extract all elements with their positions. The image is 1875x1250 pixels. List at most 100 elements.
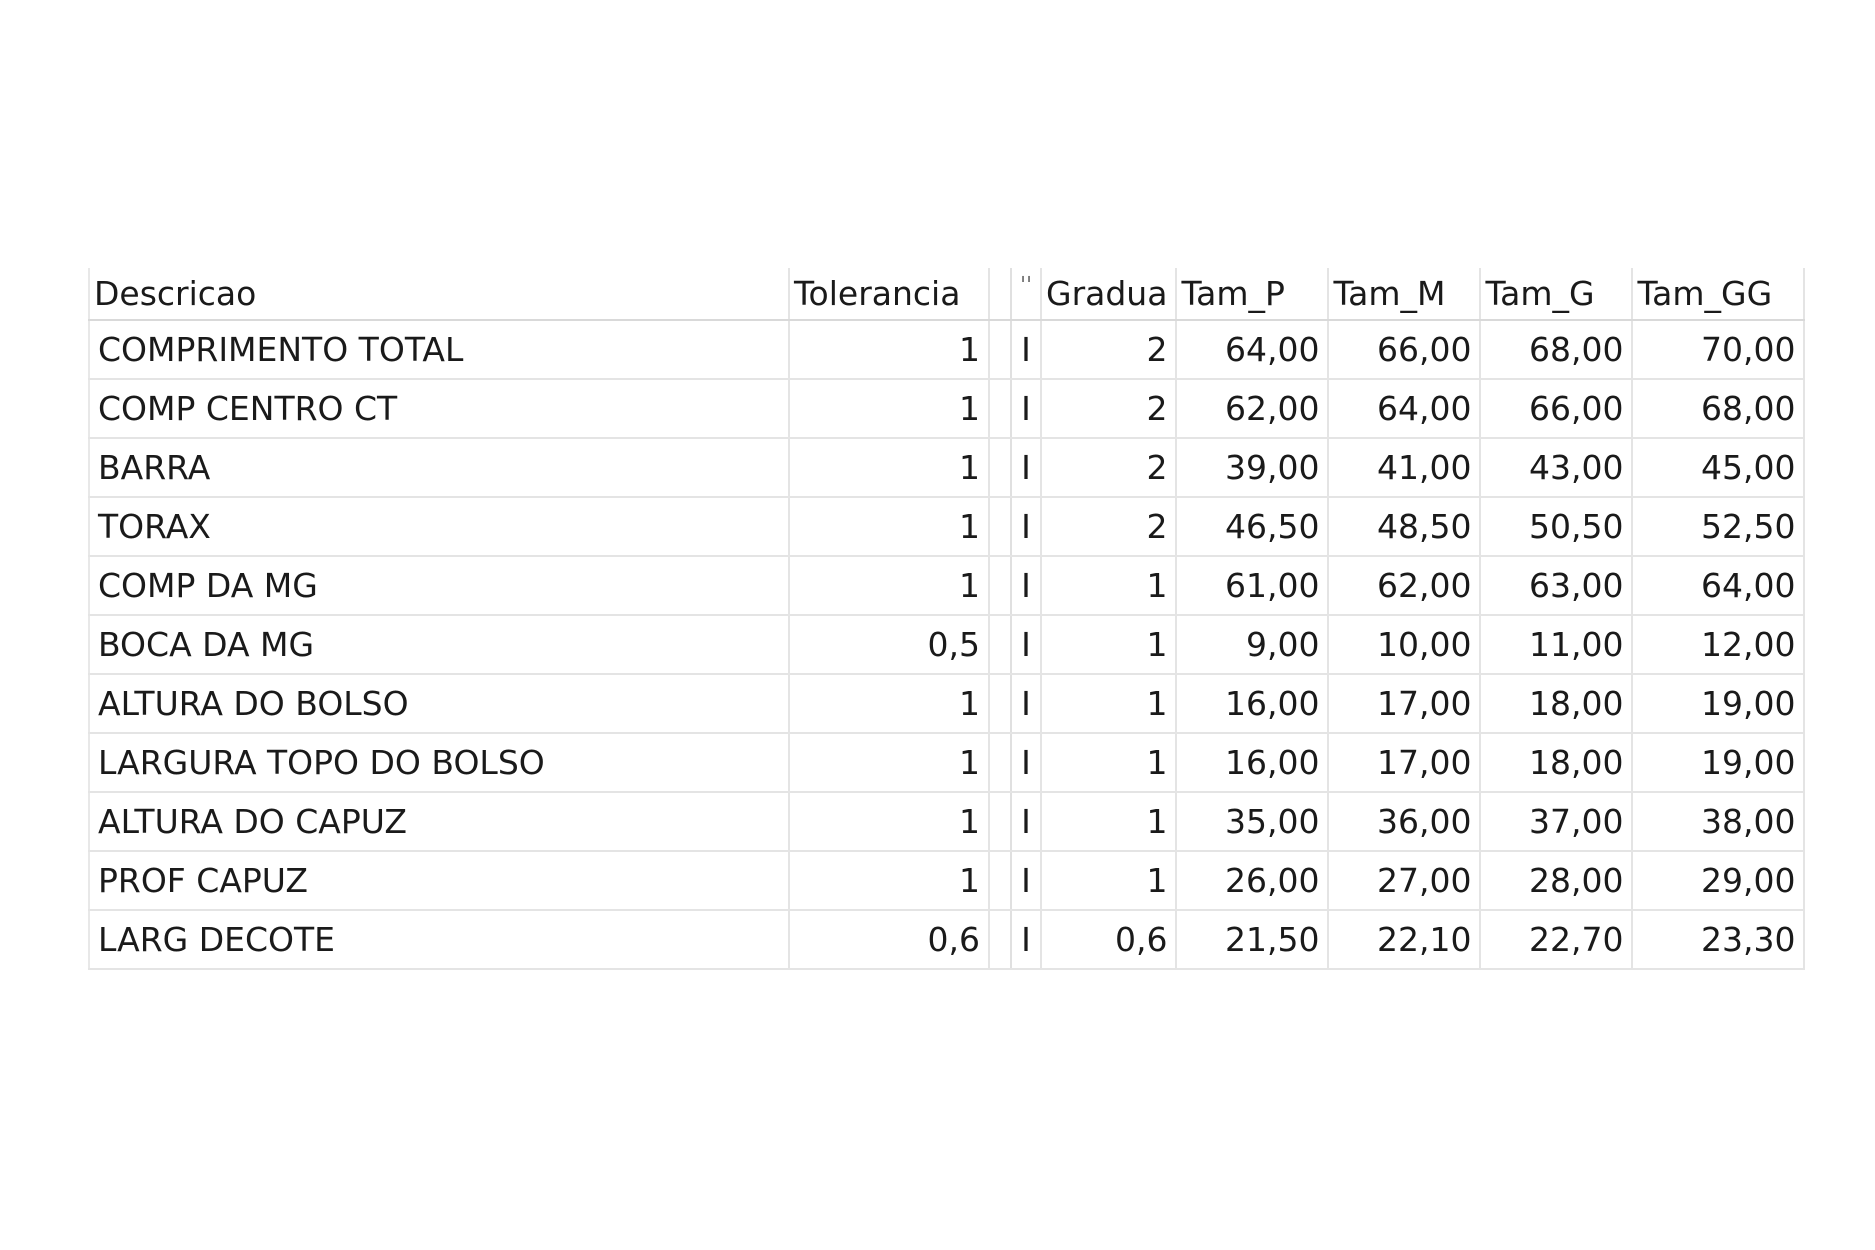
cell-flag[interactable]: I xyxy=(1011,615,1042,675)
table-row[interactable]: ALTURA DO BOLSO 1 I 1 16,00 17,00 18,00 19,00 xyxy=(88,674,1806,734)
cell-graduacao[interactable]: 2 xyxy=(1041,320,1178,380)
cell-tam-m[interactable]: 17,00 xyxy=(1328,733,1482,793)
cell-tam-m[interactable]: 41,00 xyxy=(1328,438,1482,498)
cell-tam-gg[interactable]: 23,30 xyxy=(1632,910,1806,970)
cell-descricao[interactable]: BARRA xyxy=(88,438,790,498)
cell-tolerancia[interactable]: 0,6 xyxy=(789,910,990,970)
cell-descricao[interactable]: BOCA DA MG xyxy=(88,615,790,675)
cell-tam-g[interactable]: 63,00 xyxy=(1480,556,1634,616)
cell-flag[interactable]: I xyxy=(1011,792,1042,852)
cell-tolerancia[interactable]: 1 xyxy=(789,674,990,734)
cell-graduacao[interactable]: 1 xyxy=(1041,556,1178,616)
cell-tam-p[interactable]: 9,00 xyxy=(1176,615,1330,675)
cell-tolerancia[interactable]: 1 xyxy=(789,320,990,380)
cell-tam-g[interactable]: 22,70 xyxy=(1480,910,1634,970)
cell-tam-g[interactable]: 68,00 xyxy=(1480,320,1634,380)
column-header-hidden-2[interactable]: ˈˈ xyxy=(1011,268,1042,321)
cell-flag[interactable]: I xyxy=(1011,438,1042,498)
column-header-tam-gg[interactable]: Tam_GG xyxy=(1632,268,1806,321)
cell-tam-gg[interactable]: 38,00 xyxy=(1632,792,1806,852)
cell-descricao[interactable]: LARGURA TOPO DO BOLSO xyxy=(88,733,790,793)
column-header-tam-p[interactable]: Tam_P xyxy=(1176,268,1330,321)
table-row[interactable]: COMPRIMENTO TOTAL 1 I 2 64,00 66,00 68,00 70,00 xyxy=(88,320,1806,380)
cell-tam-p[interactable]: 64,00 xyxy=(1176,320,1330,380)
cell-flag[interactable]: I xyxy=(1011,497,1042,557)
table-row[interactable]: ALTURA DO CAPUZ 1 I 1 35,00 36,00 37,00 38,00 xyxy=(88,792,1806,852)
cell-hidden[interactable] xyxy=(989,497,1012,557)
cell-graduacao[interactable]: 1 xyxy=(1041,851,1178,911)
cell-tam-m[interactable]: 66,00 xyxy=(1328,320,1482,380)
table-row[interactable]: TORAX 1 I 2 46,50 48,50 50,50 52,50 xyxy=(88,497,1806,557)
cell-hidden[interactable] xyxy=(989,320,1012,380)
cell-graduacao[interactable]: 1 xyxy=(1041,615,1178,675)
cell-tam-gg[interactable]: 29,00 xyxy=(1632,851,1806,911)
column-header-descricao[interactable]: Descricao xyxy=(88,268,790,321)
cell-graduacao[interactable]: 2 xyxy=(1041,438,1178,498)
cell-tam-gg[interactable]: 64,00 xyxy=(1632,556,1806,616)
cell-tolerancia[interactable]: 1 xyxy=(789,851,990,911)
cell-hidden[interactable] xyxy=(989,379,1012,439)
cell-tam-p[interactable]: 16,00 xyxy=(1176,733,1330,793)
cell-hidden[interactable] xyxy=(989,556,1012,616)
table-row[interactable]: COMP CENTRO CT 1 I 2 62,00 64,00 66,00 68,00 xyxy=(88,379,1806,439)
cell-tam-gg[interactable]: 68,00 xyxy=(1632,379,1806,439)
cell-tam-g[interactable]: 37,00 xyxy=(1480,792,1634,852)
column-header-tam-m[interactable]: Tam_M xyxy=(1328,268,1482,321)
cell-tolerancia[interactable]: 0,5 xyxy=(789,615,990,675)
cell-tam-m[interactable]: 36,00 xyxy=(1328,792,1482,852)
cell-graduacao[interactable]: 2 xyxy=(1041,379,1178,439)
cell-graduacao[interactable]: 1 xyxy=(1041,733,1178,793)
cell-flag[interactable]: I xyxy=(1011,556,1042,616)
cell-flag[interactable]: I xyxy=(1011,320,1042,380)
table-row[interactable]: LARGURA TOPO DO BOLSO 1 I 1 16,00 17,00 18,00 1… xyxy=(88,733,1806,793)
cell-tolerancia[interactable]: 1 xyxy=(789,379,990,439)
cell-tam-p[interactable]: 61,00 xyxy=(1176,556,1330,616)
cell-tam-g[interactable]: 18,00 xyxy=(1480,733,1634,793)
cell-hidden[interactable] xyxy=(989,438,1012,498)
cell-hidden[interactable] xyxy=(989,851,1012,911)
cell-tam-g[interactable]: 11,00 xyxy=(1480,615,1634,675)
cell-graduacao[interactable]: 2 xyxy=(1041,497,1178,557)
cell-descricao[interactable]: ALTURA DO CAPUZ xyxy=(88,792,790,852)
cell-flag[interactable]: I xyxy=(1011,733,1042,793)
cell-tam-p[interactable]: 16,00 xyxy=(1176,674,1330,734)
cell-tam-gg[interactable]: 52,50 xyxy=(1632,497,1806,557)
cell-descricao[interactable]: COMP DA MG xyxy=(88,556,790,616)
cell-graduacao[interactable]: 0,6 xyxy=(1041,910,1178,970)
cell-tam-g[interactable]: 66,00 xyxy=(1480,379,1634,439)
column-header-hidden-1[interactable] xyxy=(988,268,1012,321)
cell-tam-p[interactable]: 26,00 xyxy=(1176,851,1330,911)
table-row[interactable]: PROF CAPUZ 1 I 1 26,00 27,00 28,00 29,00 xyxy=(88,851,1806,911)
cell-tam-g[interactable]: 43,00 xyxy=(1480,438,1634,498)
table-row[interactable]: COMP DA MG 1 I 1 61,00 62,00 63,00 64,00 xyxy=(88,556,1806,616)
cell-tam-g[interactable]: 28,00 xyxy=(1480,851,1634,911)
cell-graduacao[interactable]: 1 xyxy=(1041,792,1178,852)
cell-tam-g[interactable]: 50,50 xyxy=(1480,497,1634,557)
column-header-tam-g[interactable]: Tam_G xyxy=(1480,268,1634,321)
cell-tolerancia[interactable]: 1 xyxy=(789,792,990,852)
cell-descricao[interactable]: TORAX xyxy=(88,497,790,557)
cell-tam-gg[interactable]: 12,00 xyxy=(1632,615,1806,675)
cell-tam-m[interactable]: 17,00 xyxy=(1328,674,1482,734)
cell-tam-p[interactable]: 21,50 xyxy=(1176,910,1330,970)
cell-tam-m[interactable]: 62,00 xyxy=(1328,556,1482,616)
cell-tam-gg[interactable]: 70,00 xyxy=(1632,320,1806,380)
cell-flag[interactable]: I xyxy=(1011,674,1042,734)
cell-tam-m[interactable]: 27,00 xyxy=(1328,851,1482,911)
cell-tam-m[interactable]: 22,10 xyxy=(1328,910,1482,970)
cell-tam-g[interactable]: 18,00 xyxy=(1480,674,1634,734)
cell-tam-gg[interactable]: 19,00 xyxy=(1632,733,1806,793)
cell-tolerancia[interactable]: 1 xyxy=(789,733,990,793)
cell-tam-p[interactable]: 35,00 xyxy=(1176,792,1330,852)
cell-tam-gg[interactable]: 45,00 xyxy=(1632,438,1806,498)
cell-tam-p[interactable]: 46,50 xyxy=(1176,497,1330,557)
column-header-tolerancia[interactable]: Tolerancia xyxy=(789,268,990,321)
cell-tam-p[interactable]: 39,00 xyxy=(1176,438,1330,498)
cell-descricao[interactable]: LARG DECOTE xyxy=(88,910,790,970)
column-header-graduacao[interactable]: Gradua xyxy=(1041,268,1178,321)
cell-tolerancia[interactable]: 1 xyxy=(789,438,990,498)
cell-hidden[interactable] xyxy=(989,910,1012,970)
cell-tam-m[interactable]: 10,00 xyxy=(1328,615,1482,675)
cell-flag[interactable]: I xyxy=(1011,851,1042,911)
cell-descricao[interactable]: ALTURA DO BOLSO xyxy=(88,674,790,734)
